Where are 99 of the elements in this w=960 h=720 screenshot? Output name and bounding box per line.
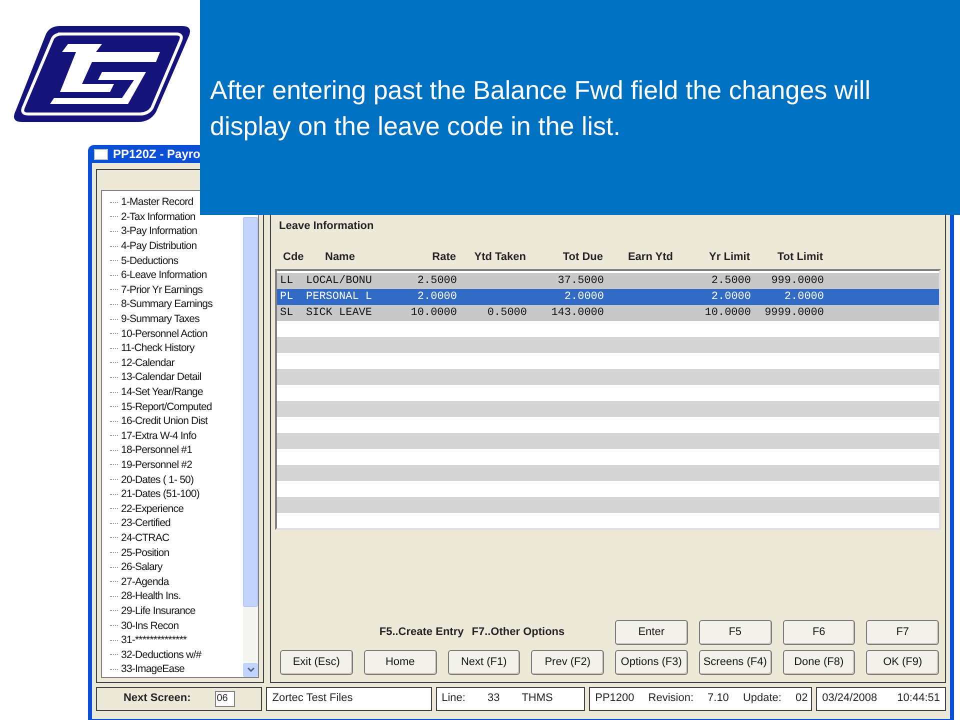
- leave-list[interactable]: LL LOCAL/BONU 2.5000 37.5000 2.5000 999.0000 PL PERSONAL L 2.0000 2.0000 2.0000 2.0000 SL SICK LEAVE 10.0000 0.5000 143.0000 10.0000 9999.0000: [275, 269, 941, 530]
- column-header[interactable]: Rate: [432, 250, 456, 262]
- section-title: Leave Information: [278, 219, 375, 234]
- tree-item[interactable]: 13-Calendar Detail: [121, 370, 202, 384]
- tree-item[interactable]: 1-Master Record: [121, 195, 194, 210]
- tree-item[interactable]: 30-Ins Recon: [121, 618, 179, 633]
- tree-item[interactable]: 26-Salary: [121, 560, 162, 574]
- scrollbar[interactable]: [243, 217, 258, 677]
- table-cell: 2.0000: [564, 290, 604, 303]
- status-text: Update:: [742, 691, 782, 706]
- column-header[interactable]: Yr Limit: [709, 250, 750, 262]
- table-cell: 37.5000: [558, 274, 604, 287]
- tree-item[interactable]: 33-ImageEase: [121, 662, 184, 676]
- function-button[interactable]: F5: [698, 620, 772, 645]
- column-header[interactable]: Tot Limit: [777, 250, 823, 262]
- status-text: 33: [487, 691, 500, 706]
- table-cell: 2.5000: [417, 274, 457, 287]
- status-text: 02: [795, 691, 808, 706]
- table-cell: 2.0000: [711, 290, 751, 303]
- table-cell: 143.0000: [551, 306, 604, 319]
- tree-item[interactable]: 7-Prior Yr Earnings: [121, 282, 202, 297]
- status-text: 03/24/2008: [822, 691, 878, 706]
- chevron-down-icon: [246, 667, 254, 672]
- table-cell: SL: [280, 306, 294, 319]
- table-cell: 9999.0000: [764, 306, 824, 319]
- table-cell: PERSONAL L: [306, 290, 372, 303]
- key-hint: F5..Create Entry: [379, 624, 464, 640]
- tree-item[interactable]: 22-Experience: [121, 502, 184, 516]
- scroll-down-button[interactable]: [243, 662, 258, 677]
- tree-item[interactable]: 6-Leave Information: [121, 268, 207, 282]
- tree-item[interactable]: 32-Deductions w/#: [121, 648, 202, 662]
- status-text: Revision:: [648, 691, 694, 706]
- table-cell: 2.0000: [784, 290, 824, 303]
- status-text: PP1200: [595, 691, 634, 706]
- key-hint: F7..Other Options: [472, 624, 565, 640]
- tree-item[interactable]: 27-Agenda: [121, 574, 169, 589]
- tree-item[interactable]: 4-Pay Distribution: [121, 239, 197, 254]
- window-title: PP120Z - Payro: [113, 146, 200, 163]
- table-cell: SICK LEAVE: [306, 306, 372, 319]
- tree-item[interactable]: 31-**************: [121, 633, 187, 648]
- tree-item[interactable]: 28-Health Ins.: [121, 589, 181, 604]
- tree-item[interactable]: 25-Position: [121, 546, 170, 560]
- tree-item[interactable]: 15-Report/Computed: [121, 400, 212, 414]
- column-header[interactable]: Ytd Taken: [474, 250, 526, 262]
- tree-item[interactable]: 11-Check History: [121, 341, 194, 356]
- tree-item[interactable]: 19-Personnel #2: [121, 458, 192, 472]
- list-row[interactable]: PL PERSONAL L 2.0000 2.0000 2.0000 2.0000: [277, 289, 939, 305]
- list-row[interactable]: SL SICK LEAVE 10.0000 0.5000 143.0000 10.0000 9999.0000: [277, 305, 939, 321]
- tree-item[interactable]: 9-Summary Taxes: [121, 312, 200, 326]
- tree-item[interactable]: 21-Dates (51-100): [121, 487, 200, 502]
- table-cell: 999.0000: [771, 274, 824, 287]
- function-button[interactable]: Enter: [615, 620, 688, 645]
- field-label: Next Screen:: [123, 691, 191, 706]
- tree-item[interactable]: 16-Credit Union Dist: [121, 414, 208, 428]
- function-button[interactable]: Next (F1): [448, 650, 520, 675]
- function-button[interactable]: Options (F3): [615, 650, 688, 675]
- tree-item[interactable]: 14-Set Year/Range: [121, 385, 203, 400]
- column-header[interactable]: Tot Due: [562, 250, 603, 262]
- table-cell: 2.5000: [711, 274, 751, 287]
- function-button[interactable]: Screens (F4): [698, 650, 772, 675]
- tree-item[interactable]: 3-Pay Information: [121, 224, 198, 238]
- table-cell: LL: [280, 274, 294, 287]
- status-text: 7.10: [708, 691, 729, 706]
- column-header[interactable]: Cde: [283, 250, 304, 262]
- tree-item[interactable]: 23-Certified: [121, 516, 170, 530]
- tree-item[interactable]: 8-Summary Earnings: [121, 297, 212, 312]
- next-screen-field[interactable]: 06: [214, 690, 235, 707]
- scroll-thumb[interactable]: [243, 217, 258, 607]
- caption: After entering past the Balance Fwd field the changes will display on the leave code in the list.: [210, 74, 872, 143]
- function-button[interactable]: Exit (Esc): [280, 650, 353, 675]
- tree-item[interactable]: 29-Life Insurance: [121, 604, 196, 618]
- function-button[interactable]: Home: [364, 650, 436, 675]
- status-text: 10:44:51: [897, 691, 940, 706]
- function-button[interactable]: F7: [866, 620, 939, 645]
- window-icon: [94, 148, 108, 160]
- table-cell: LOCAL/BONU: [306, 274, 372, 287]
- tree-item[interactable]: 18-Personnel #1: [121, 443, 192, 458]
- tree-item[interactable]: 17-Extra W-4 Info: [121, 428, 196, 443]
- tree-item[interactable]: 24-CTRAC: [121, 530, 170, 545]
- function-button[interactable]: F6: [782, 620, 856, 645]
- table-cell: 10.0000: [410, 306, 457, 319]
- function-button[interactable]: Prev (F2): [531, 650, 604, 675]
- status-text: Zortec Test Files: [272, 691, 353, 706]
- function-button[interactable]: OK (F9): [866, 650, 939, 675]
- table-cell: 0.5000: [487, 306, 527, 319]
- tree-item[interactable]: 12-Calendar: [121, 356, 174, 370]
- function-button[interactable]: Done (F8): [782, 650, 856, 675]
- column-header[interactable]: Earn Ytd: [628, 250, 673, 262]
- table-cell: 10.0000: [704, 306, 751, 319]
- list-row[interactable]: LL LOCAL/BONU 2.5000 37.5000 2.5000 999.0000: [277, 273, 939, 289]
- column-header[interactable]: Name: [325, 250, 355, 262]
- tree-item[interactable]: 5-Deductions: [121, 254, 178, 268]
- table-cell: PL: [280, 290, 294, 303]
- tree-item[interactable]: 2-Tax Information: [121, 210, 196, 224]
- table-cell: 2.0000: [417, 290, 457, 303]
- status-text: THMS: [522, 691, 553, 706]
- tree-item[interactable]: 10-Personnel Action: [121, 326, 208, 341]
- tree-item[interactable]: 20-Dates ( 1- 50): [121, 472, 194, 487]
- status-text: Line:: [442, 691, 466, 706]
